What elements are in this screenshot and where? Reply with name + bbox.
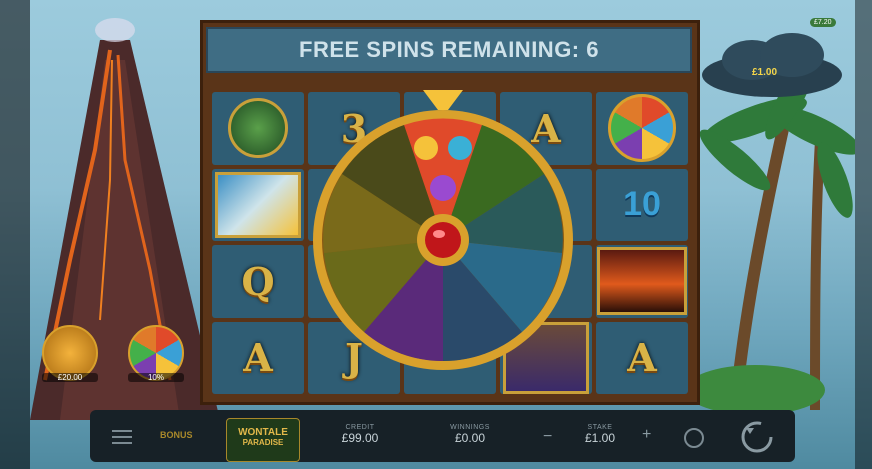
wheel-center-button bbox=[425, 222, 461, 258]
turtle-icon bbox=[228, 98, 288, 159]
stake-display: STAKE £1.00 bbox=[570, 424, 630, 445]
winnings-label: WINNINGS bbox=[450, 424, 490, 431]
volcano-icon bbox=[597, 247, 687, 316]
feature-coin-wheel: 10% bbox=[128, 325, 184, 395]
reel-cell: A bbox=[596, 321, 688, 394]
cloud-multiplier: £1.00 bbox=[697, 30, 847, 100]
purple-gem-icon bbox=[430, 175, 456, 201]
reel-cell: A bbox=[212, 321, 304, 394]
reel-cell bbox=[596, 92, 688, 165]
palm-scenery bbox=[695, 60, 855, 415]
stake-label: STAKE bbox=[587, 424, 613, 431]
symbol-a: A bbox=[243, 335, 273, 381]
cloud-value: £1.00 bbox=[752, 67, 778, 78]
wheel-symbol-icon bbox=[608, 94, 676, 163]
menu-icon[interactable] bbox=[112, 428, 132, 444]
symbol-10: 10 bbox=[623, 185, 661, 224]
reel-cell bbox=[212, 168, 304, 241]
logo-line2: PARADISE bbox=[242, 438, 284, 447]
symbol-q: Q bbox=[241, 258, 275, 304]
wheel-pointer-icon bbox=[423, 90, 463, 110]
logo-line1: WONTALE bbox=[238, 427, 288, 438]
reel-cell bbox=[596, 245, 688, 318]
free-spins-banner: FREE SPINS REMAINING: 6 bbox=[206, 27, 692, 73]
palm-icon bbox=[448, 136, 472, 160]
credit-label: CREDIT bbox=[345, 424, 375, 431]
autoplay-icon[interactable] bbox=[684, 428, 704, 448]
stake-increase-button[interactable]: + bbox=[642, 426, 651, 444]
right-edge-shade bbox=[855, 0, 872, 469]
left-edge-shade bbox=[0, 0, 30, 469]
credit-display: CREDIT £99.00 bbox=[330, 424, 390, 445]
stake-value: £1.00 bbox=[584, 431, 616, 445]
spin-button[interactable] bbox=[740, 420, 774, 454]
volcano-scenery bbox=[30, 18, 220, 420]
winnings-value: £0.00 bbox=[454, 431, 486, 445]
bonus-button[interactable]: BONUS bbox=[160, 430, 193, 440]
feature-value: 10% bbox=[128, 373, 184, 382]
stake-decrease-button[interactable]: − bbox=[543, 428, 552, 446]
game-logo: WONTALE PARADISE bbox=[226, 418, 300, 462]
credit-value: £99.00 bbox=[341, 431, 379, 445]
gold-swirl-icon bbox=[414, 136, 438, 160]
feature-value: £20.00 bbox=[42, 373, 98, 382]
feature-coin-volcano: £20.00 bbox=[42, 325, 98, 395]
bonus-wheel bbox=[313, 90, 573, 370]
reel-cell: 10 bbox=[596, 168, 688, 241]
winnings-display: WINNINGS £0.00 bbox=[440, 424, 500, 445]
symbol-a: A bbox=[627, 335, 657, 381]
reel-cell: Q bbox=[212, 245, 304, 318]
balance-badge: £7.20 bbox=[810, 18, 836, 27]
wave-icon bbox=[215, 171, 301, 238]
reel-cell bbox=[212, 92, 304, 165]
